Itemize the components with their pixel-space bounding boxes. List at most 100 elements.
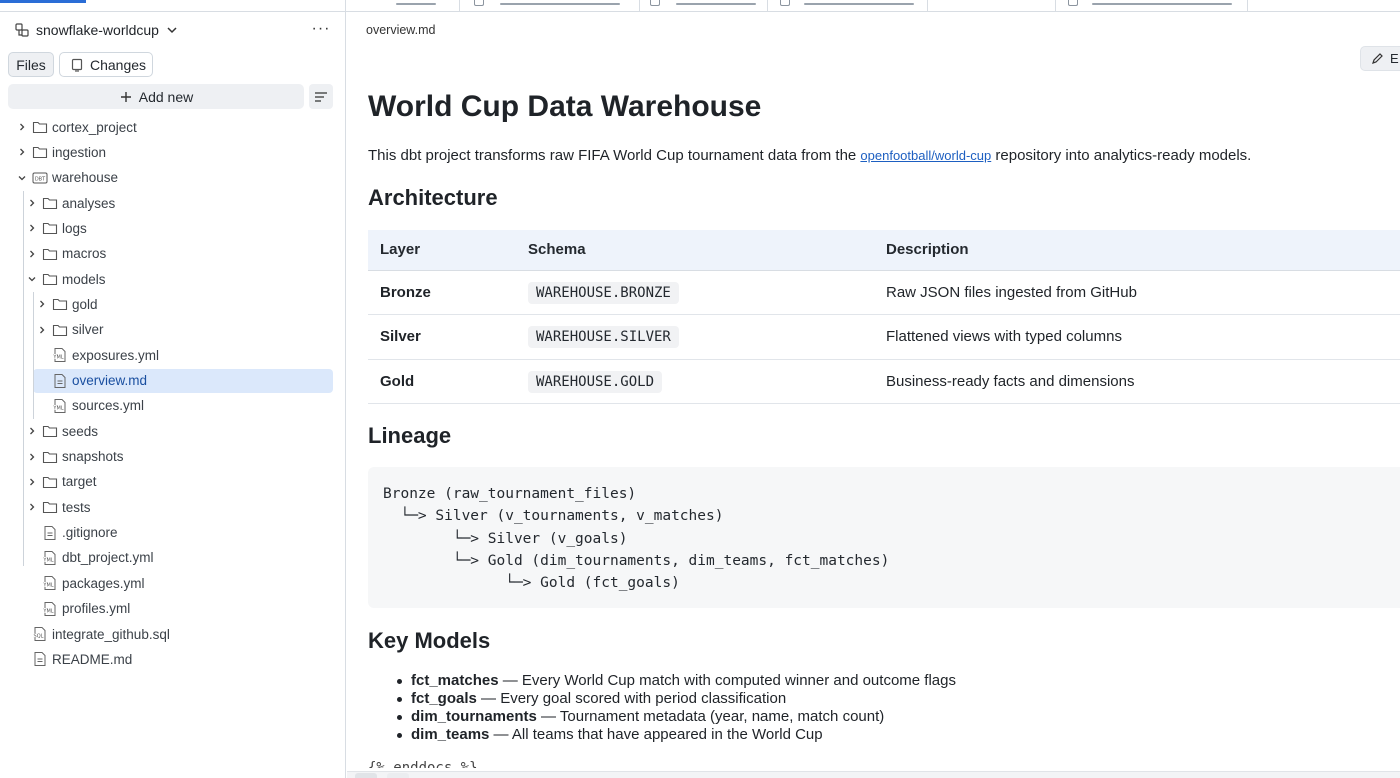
tree-item-label: warehouse (52, 170, 119, 186)
tree-item[interactable]: ingestion (0, 140, 106, 164)
repo-link[interactable]: openfootball/world-cup (860, 148, 991, 163)
sort-button[interactable] (309, 84, 333, 109)
tree-item[interactable]: seeds (0, 419, 98, 443)
editor-tab[interactable] (346, 0, 460, 11)
tree-item-label: tests (62, 499, 91, 515)
file-icon (474, 0, 484, 6)
editor-tab[interactable] (768, 0, 928, 11)
toolbar-button[interactable] (387, 773, 409, 778)
chevron-down-icon[interactable] (27, 274, 37, 284)
tree-item[interactable]: YML packages.yml (0, 571, 144, 595)
tree-item[interactable]: macros (0, 242, 106, 266)
chevron-right-icon[interactable] (37, 299, 47, 309)
table-row: Silver WAREHOUSE.SILVER Flattened views … (368, 314, 1400, 360)
svg-text:YML: YML (42, 608, 53, 614)
tree-item[interactable]: YML sources.yml (0, 394, 144, 418)
add-new-button[interactable]: Add new (8, 84, 304, 109)
model-name: fct_matches (411, 672, 499, 689)
editor-tab[interactable] (0, 0, 346, 11)
file-icon (650, 0, 660, 6)
toolbar-button[interactable] (355, 773, 377, 778)
folder-icon (52, 299, 68, 311)
table-row: Gold WAREHOUSE.GOLD Business-ready facts… (368, 359, 1400, 404)
tree-item-label: analyses (62, 195, 116, 211)
table-row: Bronze WAREHOUSE.BRONZE Raw JSON files i… (368, 270, 1400, 315)
indent-guide (33, 292, 34, 420)
tab-changes[interactable]: Changes (59, 52, 153, 77)
tree-item[interactable]: target (0, 470, 97, 494)
bottom-toolbar (347, 771, 1400, 778)
tree-item[interactable]: silver (0, 318, 104, 342)
lineage-code-block: Bronze (raw_tournament_files) └─> Silver… (368, 467, 1400, 608)
chevron-right-icon[interactable] (27, 502, 37, 512)
tree-item[interactable]: .gitignore (0, 521, 118, 545)
model-desc: — Every World Cup match with computed wi… (498, 672, 956, 689)
description-cell: Flattened views with typed columns (874, 314, 1400, 360)
chevron-right-icon[interactable] (27, 223, 37, 233)
model-name: fct_goals (411, 690, 477, 707)
chevron-right-icon[interactable] (17, 147, 27, 157)
file-icon (780, 0, 790, 6)
tree-item[interactable]: SQL integrate_github.sql (0, 622, 170, 646)
tree-item[interactable]: analyses (0, 191, 115, 215)
model-desc: — All teams that have appeared in the Wo… (489, 726, 823, 743)
svg-text:SQL: SQL (34, 633, 44, 639)
column-header: Schema (516, 230, 874, 271)
yml-file-icon: YML (52, 398, 66, 413)
editor-tab[interactable] (1056, 0, 1248, 11)
folder-icon (32, 147, 48, 159)
repo-selector[interactable]: snowflake-worldcup (14, 20, 179, 40)
tree-item-label: cortex_project (52, 119, 137, 135)
tree-item-label: overview.md (72, 373, 148, 388)
tree-item[interactable]: DBT warehouse (0, 166, 118, 190)
tree-item[interactable]: logs (0, 216, 87, 240)
chevron-right-icon[interactable] (37, 325, 47, 335)
code-line: └─> Gold (fct_goals) (383, 575, 680, 592)
markdown-file-icon (34, 652, 46, 667)
editor-tab-strip (0, 0, 1400, 12)
add-new-label: Add new (138, 88, 194, 105)
edit-button[interactable]: E (1360, 46, 1400, 71)
more-options-button[interactable]: ··· (310, 20, 332, 38)
tree-item[interactable]: snapshots (0, 445, 124, 469)
chevron-right-icon[interactable] (27, 452, 37, 462)
layer-cell: Gold (368, 359, 516, 404)
chevron-right-icon[interactable] (27, 198, 37, 208)
folder-icon (52, 324, 68, 336)
chevron-down-icon[interactable] (17, 173, 27, 183)
tree-item-label: exposures.yml (72, 347, 160, 363)
layer-cell: Bronze (368, 270, 516, 315)
tree-item[interactable]: README.md (0, 647, 132, 671)
editor-tab[interactable] (460, 0, 640, 11)
document-preview-pane: overview.md E World Cup Data Warehouse T… (347, 12, 1400, 778)
tree-item-label: profiles.yml (62, 601, 131, 617)
tab-files[interactable]: Files (8, 52, 54, 77)
tree-item[interactable]: overview.md (33, 368, 333, 393)
folder-icon (32, 121, 48, 134)
tree-item-label: dbt_project.yml (62, 550, 154, 566)
tree-item[interactable]: tests (0, 495, 91, 519)
editor-tab[interactable] (640, 0, 768, 11)
tree-item[interactable]: gold (0, 292, 98, 316)
intro-paragraph: This dbt project transforms raw FIFA Wor… (368, 147, 1251, 164)
tree-item-label: macros (62, 246, 107, 262)
tree-item[interactable]: models (0, 267, 106, 291)
chevron-right-icon[interactable] (17, 122, 27, 132)
tree-item[interactable]: cortex_project (0, 115, 137, 139)
editor-tab[interactable] (928, 0, 1056, 11)
chevron-right-icon[interactable] (27, 477, 37, 487)
tree-item[interactable]: YML profiles.yml (0, 597, 130, 621)
tree-item-label: integrate_github.sql (52, 626, 170, 642)
folder-icon (42, 274, 58, 286)
key-models-list: fct_matches — Every World Cup match with… (392, 672, 956, 744)
svg-text:YML: YML (52, 405, 63, 411)
model-name: dim_teams (411, 726, 490, 743)
code-line: └─> Silver (v_goals) (383, 530, 628, 547)
folder-icon (42, 451, 58, 463)
schema-cell: WAREHOUSE.SILVER (516, 314, 874, 360)
chevron-right-icon[interactable] (27, 249, 37, 259)
chevron-right-icon[interactable] (27, 426, 37, 436)
tree-item-label: gold (72, 296, 98, 312)
tab-files-label: Files (16, 56, 46, 73)
column-header: Layer (368, 230, 516, 271)
